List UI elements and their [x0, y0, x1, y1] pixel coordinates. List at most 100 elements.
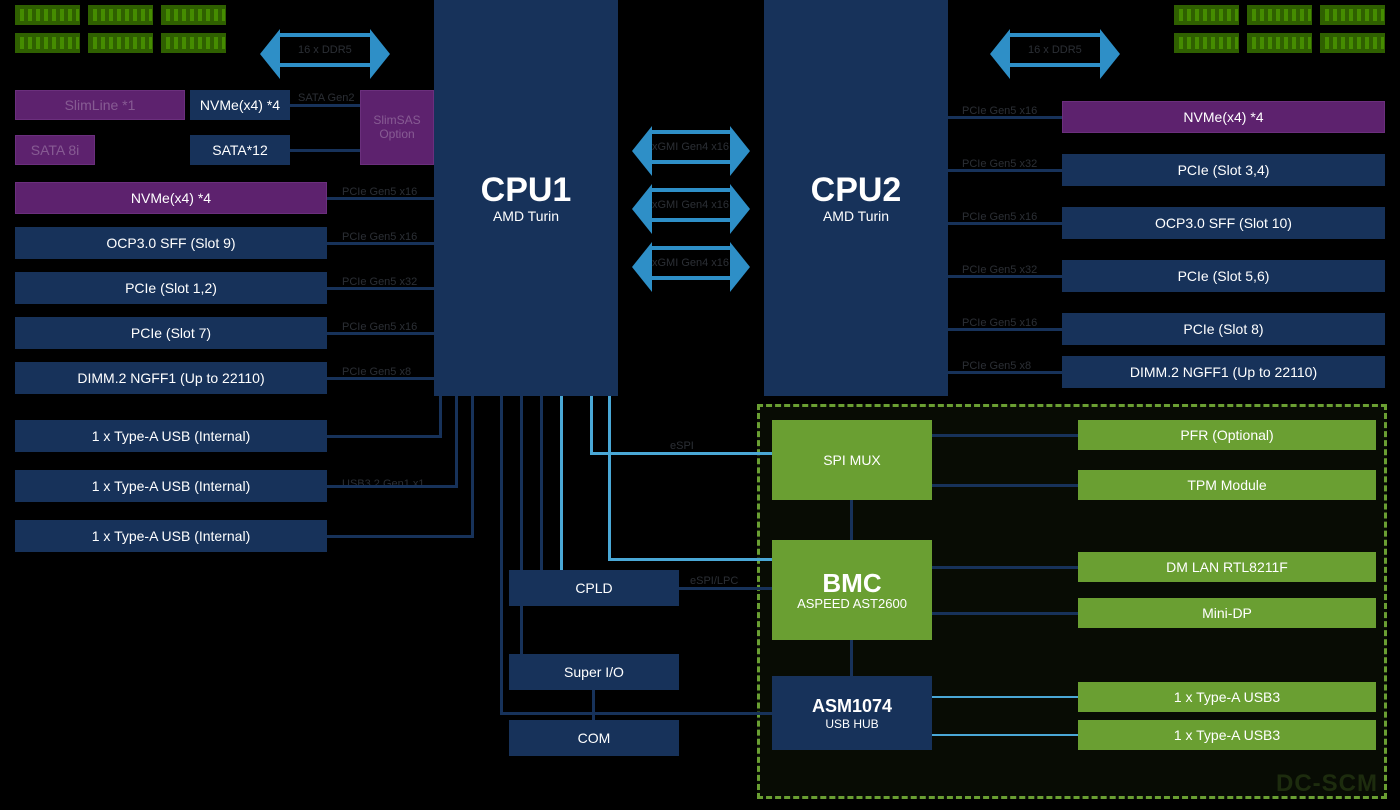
sata8i-label: SATA 8i — [31, 142, 80, 158]
left-pcie7-bus: PCIe Gen5 x16 — [342, 321, 417, 333]
nvme-inline-box: NVMe(x4) *4 — [190, 90, 290, 120]
ram-stick — [88, 33, 153, 53]
conn — [327, 435, 442, 438]
left-dimm-label: DIMM.2 NGFF1 (Up to 22110) — [77, 370, 264, 386]
slimsas-box: SlimSAS Option — [360, 90, 434, 165]
left-usb-a: 1 x Type-A USB (Internal) — [15, 420, 327, 452]
left-pcie12: PCIe (Slot 1,2) — [15, 272, 327, 304]
bmc-title: BMC — [822, 570, 881, 596]
left-usb-bus: USB3.2 Gen1 x1 — [342, 478, 425, 490]
sata8i-box: SATA 8i — [15, 135, 95, 165]
conn — [471, 396, 474, 538]
conn — [932, 484, 1078, 487]
slimline-label: SlimLine *1 — [65, 97, 136, 113]
right-pcie56: PCIe (Slot 5,6) — [1062, 260, 1385, 292]
usb3-a-label: 1 x Type-A USB3 — [1174, 689, 1280, 705]
conn — [560, 396, 563, 570]
spi-mux: SPI MUX — [772, 420, 932, 500]
cpu2-sub: AMD Turin — [823, 209, 889, 224]
right-ocp10-label: OCP3.0 SFF (Slot 10) — [1155, 215, 1292, 231]
cpld-bmc-lbl: eSPI/LPC — [690, 575, 738, 587]
bmc-sub: ASPEED AST2600 — [797, 596, 907, 611]
left-dimm-bus: PCIe Gen5 x8 — [342, 366, 411, 378]
usb3-b-label: 1 x Type-A USB3 — [1174, 727, 1280, 743]
asm1074: ASM1074 USB HUB — [772, 676, 932, 750]
conn — [540, 396, 543, 570]
ram-stick — [1174, 33, 1239, 53]
right-pcie34: PCIe (Slot 3,4) — [1062, 154, 1385, 186]
conn — [455, 396, 458, 488]
conn — [679, 587, 772, 590]
minidp: Mini-DP — [1078, 598, 1376, 628]
ram-stick — [15, 5, 80, 25]
left-usb-b: 1 x Type-A USB (Internal) — [15, 470, 327, 502]
xgmi-label-1: xGMI Gen4 x16 — [652, 199, 729, 211]
right-pcie34-bus: PCIe Gen5 x32 — [962, 158, 1037, 170]
slimline-box: SlimLine *1 — [15, 90, 185, 120]
right-pcie8: PCIe (Slot 8) — [1062, 313, 1385, 345]
tpm-label: TPM Module — [1187, 477, 1266, 493]
left-ocp-label: OCP3.0 SFF (Slot 9) — [106, 235, 235, 251]
com: COM — [509, 720, 679, 756]
left-nvme-bus: PCIe Gen5 x16 — [342, 186, 417, 198]
nvme-inline-label: NVMe(x4) *4 — [200, 97, 280, 113]
conn — [590, 452, 772, 455]
conn — [592, 690, 595, 720]
conn — [327, 535, 474, 538]
pfr-label: PFR (Optional) — [1180, 427, 1273, 443]
slimsas-label: SlimSAS Option — [361, 114, 433, 140]
left-usb-b-label: 1 x Type-A USB (Internal) — [92, 478, 250, 494]
cpu2-title: CPU2 — [811, 172, 902, 209]
right-nvme-bus: PCIe Gen5 x16 — [962, 105, 1037, 117]
ram-stick — [1320, 5, 1385, 25]
superio: Super I/O — [509, 654, 679, 690]
nvme-inline-conn — [290, 104, 360, 107]
conn — [608, 558, 772, 561]
left-pcie7-label: PCIe (Slot 7) — [131, 325, 211, 341]
tpm: TPM Module — [1078, 470, 1376, 500]
right-ocp10-bus: PCIe Gen5 x16 — [962, 211, 1037, 223]
left-ocp: OCP3.0 SFF (Slot 9) — [15, 227, 327, 259]
usb3-a: 1 x Type-A USB3 — [1078, 682, 1376, 712]
left-ocp-bus: PCIe Gen5 x16 — [342, 231, 417, 243]
left-usb-c-label: 1 x Type-A USB (Internal) — [92, 528, 250, 544]
sata12-conn — [290, 149, 360, 152]
superio-label: Super I/O — [564, 664, 624, 680]
ram-stick — [1247, 33, 1312, 53]
left-nvme-label: NVMe(x4) *4 — [131, 190, 211, 206]
right-dimm: DIMM.2 NGFF1 (Up to 22110) — [1062, 356, 1385, 388]
conn — [850, 640, 853, 676]
ram-stick — [1320, 33, 1385, 53]
usb3-b: 1 x Type-A USB3 — [1078, 720, 1376, 750]
conn — [850, 500, 853, 540]
nvme-inline-lbl: SATA Gen2 — [298, 92, 354, 104]
conn — [520, 396, 523, 654]
conn — [500, 396, 503, 714]
left-usb-c: 1 x Type-A USB (Internal) — [15, 520, 327, 552]
ram-stick — [1247, 5, 1312, 25]
conn — [439, 396, 442, 438]
xgmi-label-2: xGMI Gen4 x16 — [652, 257, 729, 269]
pfr: PFR (Optional) — [1078, 420, 1376, 450]
cpu1-block: CPU1 AMD Turin — [434, 0, 618, 396]
right-ocp10: OCP3.0 SFF (Slot 10) — [1062, 207, 1385, 239]
cpld: CPLD — [509, 570, 679, 606]
right-pcie8-bus: PCIe Gen5 x16 — [962, 317, 1037, 329]
right-dimm-label: DIMM.2 NGFF1 (Up to 22110) — [1130, 364, 1317, 380]
asm-sub: USB HUB — [825, 717, 878, 731]
com-label: COM — [578, 730, 611, 746]
ram-stick — [88, 5, 153, 25]
right-pcie34-label: PCIe (Slot 3,4) — [1178, 162, 1270, 178]
spi-mux-label: SPI MUX — [823, 452, 881, 468]
ram-stick — [161, 5, 226, 25]
dmlan: DM LAN RTL8211F — [1078, 552, 1376, 582]
ram-stick — [15, 33, 80, 53]
left-pcie12-label: PCIe (Slot 1,2) — [125, 280, 217, 296]
ddr5-label-left: 16 x DDR5 — [298, 44, 352, 56]
right-pcie8-label: PCIe (Slot 8) — [1183, 321, 1263, 337]
left-usb-a-label: 1 x Type-A USB (Internal) — [92, 428, 250, 444]
right-pcie56-label: PCIe (Slot 5,6) — [1178, 268, 1270, 284]
xgmi-label-0: xGMI Gen4 x16 — [652, 141, 729, 153]
right-pcie56-bus: PCIe Gen5 x32 — [962, 264, 1037, 276]
right-nvme: NVMe(x4) *4 — [1062, 101, 1385, 133]
